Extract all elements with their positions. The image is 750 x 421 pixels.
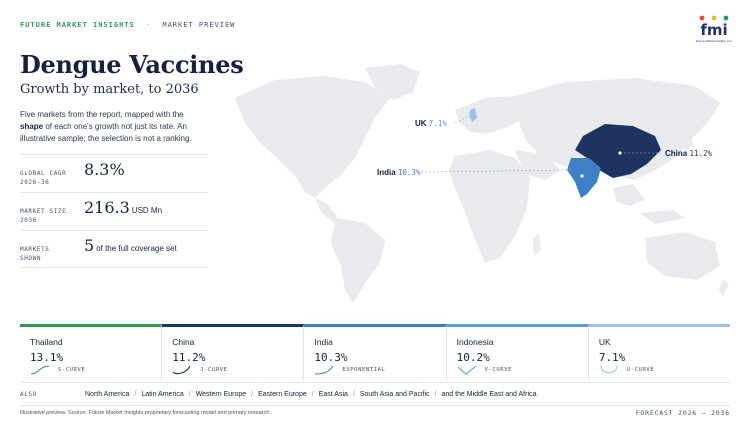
region-item: Eastern Europe: [258, 390, 307, 398]
kpi-unit: USD Mn: [131, 206, 163, 215]
kpi-value: 216.3: [84, 198, 130, 217]
page-subtitle: Growth by market, to 2036: [20, 82, 199, 97]
page-title: Dengue Vaccines: [20, 50, 244, 79]
fmi-logo: fmi Future Market Insights, Inc.: [694, 14, 734, 44]
kpi-market-size: MARKET SIZE 2036 216.3 USD Mn: [20, 192, 208, 230]
j-curve-icon: [172, 365, 191, 375]
market-cagr: 10.3%: [314, 351, 348, 364]
brand-name: FUTURE MARKET INSIGHTS: [20, 21, 135, 29]
source-note: Illustrative preview. Source: Future Mar…: [20, 410, 271, 416]
exponential-curve-icon: [315, 365, 334, 375]
curve-type: J-CURVE: [200, 367, 228, 373]
logo-wordmark: fmi: [700, 21, 727, 38]
section-label: MARKET PREVIEW: [162, 21, 236, 29]
region-item: and the Middle East and Africa.: [441, 390, 539, 398]
header-separator: ·: [145, 21, 152, 29]
map-india: [567, 158, 601, 198]
market-name: Indonesia: [456, 337, 494, 347]
region-item: North America: [85, 390, 130, 398]
land-masses: [235, 64, 729, 303]
map-label-china: China 11.2%: [665, 149, 713, 158]
s-curve-icon: [30, 365, 50, 375]
market-cagr: 11.2%: [172, 351, 206, 364]
market-card-thailand: Thailand 13.1% S-CURVE: [20, 324, 163, 380]
map-label-uk: UK 7.1%: [415, 119, 447, 128]
kpi-value: 8.3%: [84, 160, 125, 179]
region-item: East Asia: [318, 390, 348, 398]
map-label-india: India 10.3%: [377, 168, 421, 177]
market-name: India: [314, 337, 333, 347]
market-card-china: China 11.2% J-CURVE: [162, 324, 305, 380]
region-item: South Asia and Pacific: [359, 390, 430, 398]
market-cagr: 13.1%: [30, 351, 64, 364]
also-label: ALSO: [20, 390, 37, 398]
curve-type: S-CURVE: [58, 367, 86, 373]
kpi-markets-shown: MARKETS SHOWN 5 of the full coverage set: [20, 230, 208, 268]
kpi-panel: GLOBAL CAGR 2026-36 8.3% MARKET SIZE 2036 …: [20, 154, 208, 268]
intro-text: Five markets from the report, mapped wit…: [20, 110, 192, 143]
curve-type: V-CURVE: [484, 367, 512, 373]
footer: Illustrative preview. Source: Future Mar…: [20, 409, 730, 417]
forecast-range: FORECAST 2026 – 2036: [635, 409, 730, 417]
market-cagr: 7.1%: [598, 351, 626, 364]
kpi-global-cagr: GLOBAL CAGR 2026-36 8.3%: [20, 154, 208, 192]
world-map: UK 7.1% India 10.3% China 11.2%: [215, 58, 735, 308]
v-curve-icon: [457, 365, 476, 375]
market-card-indonesia: Indonesia 10.2% V-CURVE: [446, 324, 589, 380]
region-item: Latin America: [141, 390, 184, 398]
kpi-unit: of the full coverage set: [96, 244, 177, 253]
market-name: Thailand: [30, 337, 63, 347]
curve-type: U-CURVE: [626, 367, 655, 373]
also-covered-row: ALSO North America / Latin America / Wes…: [20, 382, 730, 406]
market-name: China: [172, 337, 195, 347]
region-item: Western Europe: [195, 390, 247, 398]
intro-emphasis: shape: [20, 122, 44, 131]
kpi-value: 5: [84, 236, 95, 255]
market-cagr: 10.2%: [456, 351, 490, 364]
market-card-india: India 10.3% EXPONENTIAL: [304, 324, 447, 380]
market-cards: Thailand 13.1% S-CURVE China 11.2% J-CUR…: [20, 324, 731, 380]
market-name: UK: [598, 337, 611, 347]
header-bar: FUTURE MARKET INSIGHTS · MARKET PREVIEW: [20, 21, 235, 29]
curve-type: EXPONENTIAL: [342, 367, 386, 373]
u-curve-icon: [600, 365, 618, 374]
logo-tagline: Future Market Insights, Inc.: [695, 39, 733, 43]
market-card-uk: UK 7.1% U-CURVE: [588, 324, 731, 380]
